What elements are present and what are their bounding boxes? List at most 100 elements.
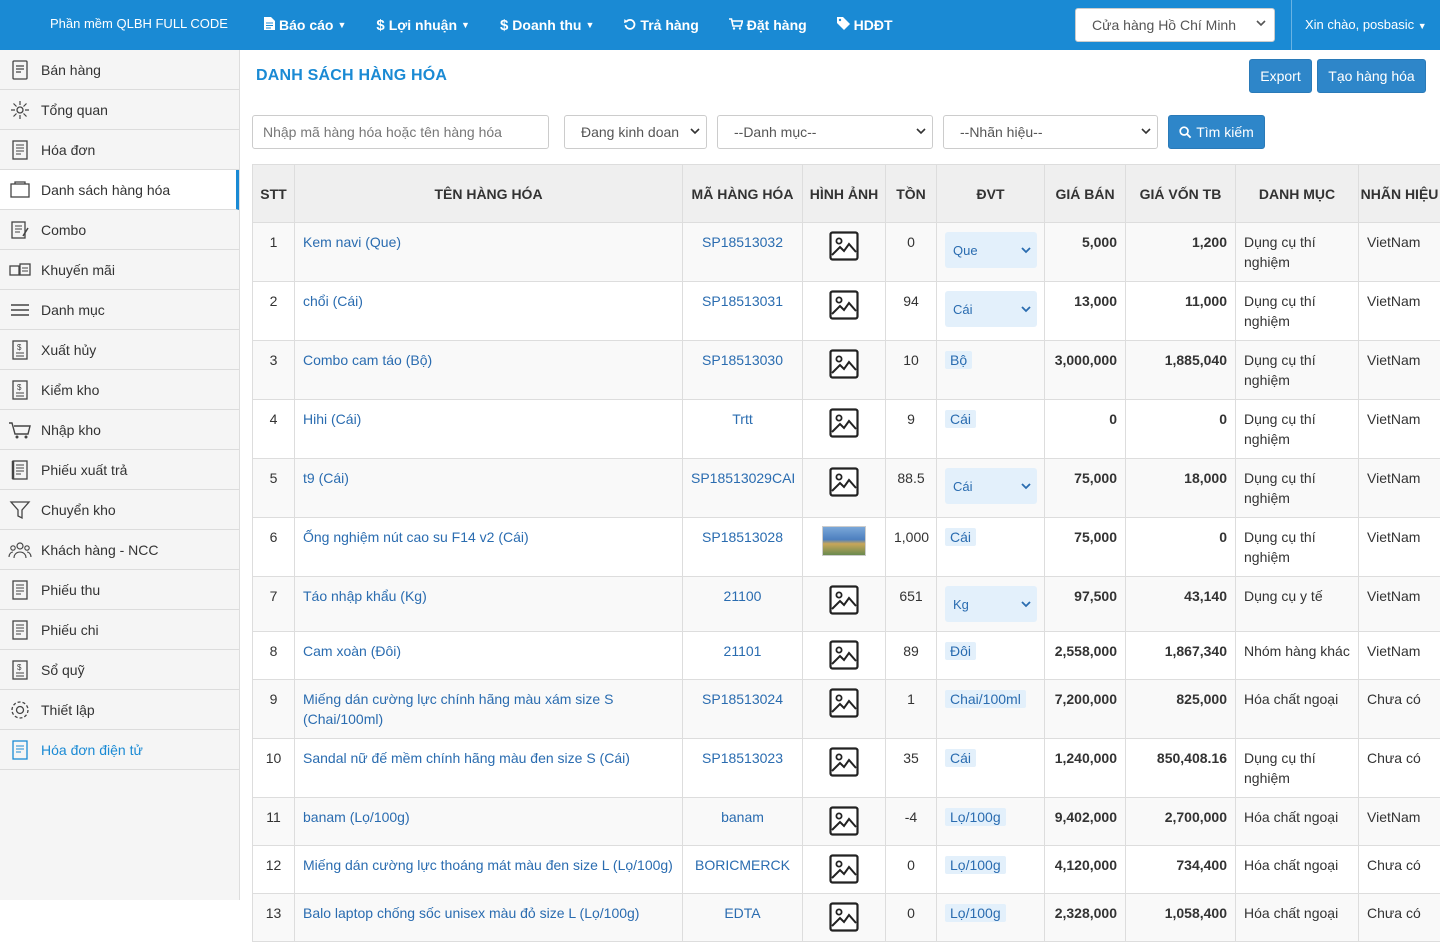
header-stock[interactable]: TỒN <box>886 165 937 223</box>
cell-product-code[interactable]: BORICMERCK <box>683 846 803 894</box>
cell-product-name[interactable]: Cam xoàn (Đôi) <box>295 632 683 680</box>
product-table: STT TÊN HÀNG HÓA MÃ HÀNG HÓA HÌNH ẢNH TỒ… <box>252 164 1440 942</box>
cell-image <box>803 680 886 739</box>
gear-icon <box>8 698 32 722</box>
image-placeholder-icon[interactable] <box>811 806 877 836</box>
cell-image <box>803 632 886 680</box>
sidebar-item-17[interactable]: Hóa đơn điện tử <box>0 730 239 770</box>
cell-product-code[interactable]: SP18513023 <box>683 739 803 798</box>
sidebar-item-6[interactable]: Danh mục <box>0 290 239 330</box>
cell-product-code[interactable]: SP18513029CAI <box>683 459 803 518</box>
image-placeholder-icon[interactable] <box>811 585 877 615</box>
sidebar-item-5[interactable]: Khuyến mãi <box>0 250 239 290</box>
cell-product-code[interactable]: 21100 <box>683 577 803 632</box>
cell-product-name[interactable]: Balo laptop chống sốc unisex màu đỏ size… <box>295 894 683 942</box>
cell-product-name[interactable]: banam (Lọ/100g) <box>295 798 683 846</box>
header-brand[interactable]: NHÃN HIỆU <box>1359 165 1440 223</box>
cell-product-name[interactable]: chổi (Cái) <box>295 282 683 341</box>
nav-item-5[interactable]: HDĐT <box>837 17 893 33</box>
header-name[interactable]: TÊN HÀNG HÓA <box>295 165 683 223</box>
cell-product-code[interactable]: EDTA <box>683 894 803 942</box>
cell-product-name[interactable]: Táo nhập khẩu (Kg) <box>295 577 683 632</box>
store-select[interactable]: Cửa hàng Hồ Chí Minh <box>1075 8 1275 42</box>
cell-product-name[interactable]: Combo cam táo (Bộ) <box>295 341 683 400</box>
create-product-button[interactable]: Tạo hàng hóa <box>1317 59 1426 93</box>
header-price[interactable]: GIÁ BÁN <box>1045 165 1126 223</box>
unit-select[interactable]: Kg <box>945 586 1037 622</box>
sidebar-item-10[interactable]: Phiếu xuất trả <box>0 450 239 490</box>
table-row: 9Miếng dán cường lực chính hãng màu xám … <box>253 680 1440 739</box>
cell-product-name[interactable]: Hihi (Cái) <box>295 400 683 459</box>
image-placeholder-icon[interactable] <box>811 747 877 777</box>
status-select[interactable]: Đang kinh doan <box>564 115 707 149</box>
image-placeholder-icon[interactable] <box>811 467 877 497</box>
export-button[interactable]: Export <box>1249 59 1312 93</box>
unit-select[interactable]: Que <box>945 232 1037 268</box>
search-button[interactable]: Tìm kiếm <box>1168 115 1265 149</box>
cell-product-code[interactable]: banam <box>683 798 803 846</box>
sidebar-item-0[interactable]: Bán hàng <box>0 50 239 90</box>
cell-product-name[interactable]: t9 (Cái) <box>295 459 683 518</box>
cell-product-code[interactable]: SP18513031 <box>683 282 803 341</box>
header-stt[interactable]: STT <box>253 165 295 223</box>
cell-product-name[interactable]: Miếng dán cường lực chính hãng màu xám s… <box>295 680 683 739</box>
header-code[interactable]: MÃ HÀNG HÓA <box>683 165 803 223</box>
cell-cost: 43,140 <box>1126 577 1236 632</box>
sidebar-item-8[interactable]: $Kiểm kho <box>0 370 239 410</box>
sidebar-item-9[interactable]: Nhập kho <box>0 410 239 450</box>
cell-category: Dụng cụ thí nghiệm <box>1236 459 1359 518</box>
nav-item-0[interactable]: Báo cáo▼ <box>264 17 346 33</box>
cell-product-code[interactable]: SP18513032 <box>683 223 803 282</box>
cell-product-name[interactable]: Ống nghiệm nút cao su F14 v2 (Cái) <box>295 518 683 577</box>
greeting-text: Xin chào, posbasic <box>1305 17 1414 32</box>
nav-item-1[interactable]: $Lợi nhuận▼ <box>376 17 470 34</box>
cell-product-name[interactable]: Kem navi (Que) <box>295 223 683 282</box>
image-placeholder-icon[interactable] <box>811 640 877 670</box>
image-placeholder-icon[interactable] <box>811 349 877 379</box>
cell-product-code[interactable]: SP18513024 <box>683 680 803 739</box>
table-row: 8Cam xoàn (Đôi)2110189Đôi2,558,0001,867,… <box>253 632 1440 680</box>
sidebar-item-7[interactable]: $Xuất hủy <box>0 330 239 370</box>
cell-product-code[interactable]: SP18513028 <box>683 518 803 577</box>
sidebar-item-14[interactable]: Phiếu chi <box>0 610 239 650</box>
category-select-value: --Danh mục-- <box>734 124 816 140</box>
user-menu[interactable]: Xin chào, posbasic ▼ <box>1305 17 1427 32</box>
header-cost[interactable]: GIÁ VỐN TB <box>1126 165 1236 223</box>
sidebar-item-12[interactable]: Khách hàng - NCC <box>0 530 239 570</box>
table-row: 6Ống nghiệm nút cao su F14 v2 (Cái)SP185… <box>253 518 1440 577</box>
image-placeholder-icon[interactable] <box>811 854 877 884</box>
image-placeholder-icon[interactable] <box>811 902 877 932</box>
nav-item-3[interactable]: Trả hàng <box>624 17 698 33</box>
search-input[interactable]: Nhập mã hàng hóa hoặc tên hàng hóa <box>252 115 549 149</box>
unit-select[interactable]: Cái <box>945 468 1037 504</box>
chevron-down-icon <box>1021 245 1031 255</box>
sidebar-item-1[interactable]: Tổng quan <box>0 90 239 130</box>
product-thumbnail[interactable] <box>822 526 866 556</box>
image-placeholder-icon[interactable] <box>811 408 877 438</box>
sidebar-item-2[interactable]: Hóa đơn <box>0 130 239 170</box>
nav-item-label: Doanh thu <box>512 17 581 33</box>
cell-product-code[interactable]: SP18513030 <box>683 341 803 400</box>
sidebar-item-4[interactable]: Combo <box>0 210 239 250</box>
cell-stock: 35 <box>886 739 937 798</box>
cell-product-code[interactable]: 21101 <box>683 632 803 680</box>
nav-item-2[interactable]: $Doanh thu▼ <box>500 17 594 34</box>
brand-name[interactable]: Phần mềm QLBH FULL CODE <box>50 16 228 31</box>
cell-product-code[interactable]: Trtt <box>683 400 803 459</box>
image-placeholder-icon[interactable] <box>811 688 877 718</box>
category-select[interactable]: --Danh mục-- <box>717 115 933 149</box>
sidebar-item-16[interactable]: Thiết lập <box>0 690 239 730</box>
image-placeholder-icon[interactable] <box>811 290 877 320</box>
header-category[interactable]: DANH MỤC <box>1236 165 1359 223</box>
sidebar-item-3[interactable]: Danh sách hàng hóa <box>0 170 239 210</box>
brand-select[interactable]: --Nhãn hiệu-- <box>943 115 1158 149</box>
nav-item-4[interactable]: Đặt hàng <box>729 17 807 33</box>
cell-brand: Chưa có <box>1359 680 1440 739</box>
image-placeholder-icon[interactable] <box>811 231 877 261</box>
sidebar-item-11[interactable]: Chuyển kho <box>0 490 239 530</box>
cell-product-name[interactable]: Miếng dán cường lực thoáng mát màu đen s… <box>295 846 683 894</box>
sidebar-item-13[interactable]: Phiếu thu <box>0 570 239 610</box>
sidebar-item-15[interactable]: $Sổ quỹ <box>0 650 239 690</box>
cell-product-name[interactable]: Sandal nữ đế mềm chính hãng màu đen size… <box>295 739 683 798</box>
unit-select[interactable]: Cái <box>945 291 1037 327</box>
